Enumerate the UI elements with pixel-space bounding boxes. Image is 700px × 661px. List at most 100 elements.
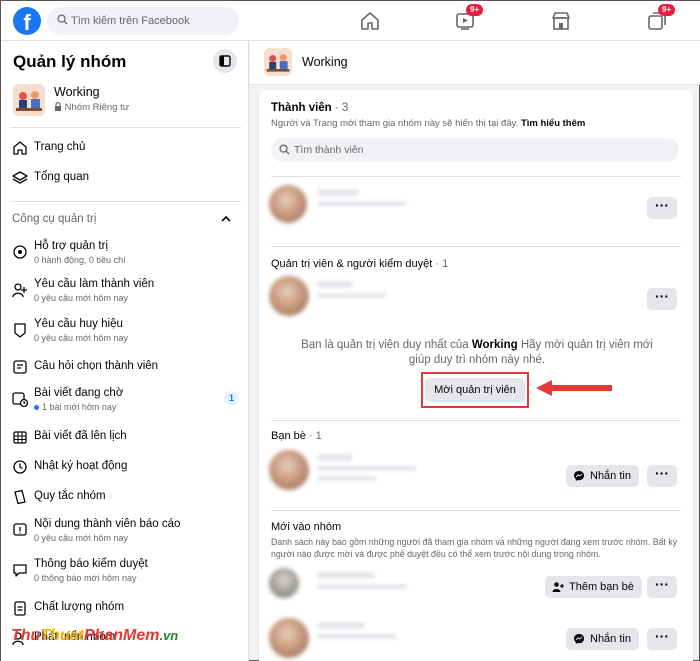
badge-icon: [14, 323, 26, 338]
chevron-up-icon[interactable]: [220, 213, 232, 225]
member-search-placeholder: Tìm thành viên: [294, 144, 364, 156]
new-member-more-button[interactable]: ···: [647, 628, 677, 650]
sidebar-item-label: Bài viết đang chờ: [34, 387, 124, 399]
sidebar-item-membership-questions[interactable]: Câu hỏi chọn thành viên: [1, 352, 248, 382]
new-members-description: Danh sách này bao gồm những người đã tha…: [271, 537, 678, 559]
sidebar-item-label: Quy tắc nhóm: [34, 490, 106, 502]
new-member-avatar[interactable]: [269, 568, 299, 598]
only-admin-message: Bạn là quản trị viên duy nhất của Workin…: [299, 338, 655, 368]
pending-posts-sub-label: 1 bài mới hôm nay: [42, 402, 117, 412]
message-button[interactable]: Nhắn tin: [566, 628, 639, 650]
admin-meta-blurred: [317, 293, 387, 298]
marketplace-nav-icon[interactable]: [550, 10, 572, 32]
admin-avatar[interactable]: [269, 276, 309, 316]
sidebar-title: Quản lý nhóm: [13, 52, 127, 71]
member-meta-blurred: [317, 201, 407, 206]
sidebar-item-sub: 0 yêu cầu mới hôm nay: [34, 533, 128, 543]
new-member-meta-blurred: [317, 584, 407, 589]
sidebar-item-overview[interactable]: Tổng quan: [1, 163, 248, 193]
sidebar-item-member-reported-content[interactable]: Nội dung thành viên báo cáo 0 yêu cầu mớ…: [1, 515, 248, 545]
sidebar-item-sub: 1 bài mới hôm nay: [34, 402, 116, 412]
watermark-part: .vn: [159, 628, 179, 643]
lock-icon: [55, 101, 61, 111]
only-admin-message-pre: Bạn là quản trị viên duy nhất của: [301, 339, 469, 351]
group-thumbnail[interactable]: [13, 84, 45, 116]
members-card: Thành viên · 3 Người và Trang mới tham g…: [259, 90, 693, 661]
sidebar-item-moderation-alerts[interactable]: Thông báo kiểm duyệt 0 thông báo mới hôm…: [1, 555, 248, 585]
home-nav-icon[interactable]: [359, 10, 381, 32]
members-count: · 3: [334, 102, 349, 114]
search-icon: [57, 14, 68, 25]
collapse-sidebar-button[interactable]: [213, 49, 237, 73]
watermark-part: Thuat: [40, 627, 84, 644]
sidebar-item-label: Câu hỏi chọn thành viên: [34, 360, 159, 372]
groups-nav-icon[interactable]: 9+: [646, 4, 676, 32]
sidebar-item-activity-log[interactable]: Nhật ký hoạt động: [1, 452, 248, 482]
member-search-input[interactable]: Tìm thành viên: [271, 138, 679, 162]
friend-avatar[interactable]: [269, 450, 309, 490]
add-person-icon: [552, 582, 564, 592]
facebook-search-input[interactable]: Tìm kiếm trên Facebook: [47, 7, 239, 35]
sidebar-item-home[interactable]: Trang chủ: [1, 133, 248, 163]
sidebar-item-scheduled-posts[interactable]: Bài viết đã lên lịch: [1, 422, 248, 452]
new-member-more-button[interactable]: ···: [647, 576, 677, 598]
sidebar-item-group-rules[interactable]: Quy tắc nhóm: [1, 482, 248, 512]
message-button[interactable]: Nhắn tin: [566, 465, 639, 487]
friend-meta-blurred: [317, 466, 417, 471]
sidebar-item-pending-posts[interactable]: Bài viết đang chờ 1 bài mới hôm nay 1: [1, 384, 248, 414]
report-icon: [13, 523, 27, 536]
messenger-icon: [574, 634, 584, 644]
admin-tools-heading: Công cụ quản trị: [12, 213, 97, 225]
search-icon: [279, 144, 290, 155]
messenger-icon: [574, 471, 584, 481]
divider: [11, 201, 241, 202]
facebook-logo[interactable]: f: [13, 7, 41, 35]
add-friend-button[interactable]: Thêm bạn bè: [545, 576, 642, 598]
sidebar-toggle-icon: [219, 55, 231, 67]
member-more-button[interactable]: ···: [647, 197, 677, 219]
watch-nav-icon[interactable]: 9+: [454, 4, 484, 32]
sidebar-item-sub: 0 yêu cầu mới hôm nay: [34, 333, 128, 343]
add-person-icon: [12, 283, 27, 298]
sidebar-item-label: Tổng quan: [34, 171, 89, 183]
new-member-name-blurred: [317, 572, 375, 579]
sidebar-item-membership-requests[interactable]: Yêu cầu làm thành viên 0 yêu cầu mới hôm…: [1, 275, 248, 305]
home-icon: [13, 141, 27, 155]
pending-posts-count: 1: [224, 391, 239, 406]
page-title: Working: [302, 55, 348, 69]
sidebar-item-label: Chất lượng nhóm: [34, 601, 125, 613]
group-privacy-label: Nhóm Riêng tư: [64, 102, 130, 113]
sidebar-item-admin-assist[interactable]: Hỗ trợ quản trị 0 hành động, 0 tiêu chí: [1, 237, 248, 267]
layers-icon: [12, 171, 28, 184]
members-description: Người và Trang mới tham gia nhóm này sẽ …: [271, 118, 585, 129]
invite-admin-button[interactable]: Mời quản trị viên: [425, 378, 525, 402]
sidebar-item-group-quality[interactable]: Chất lượng nhóm: [1, 593, 248, 623]
alert-bubble-icon: [13, 564, 27, 577]
divider: [271, 246, 681, 247]
clock-icon: [13, 460, 27, 474]
member-avatar[interactable]: [269, 185, 307, 223]
group-thumbnail[interactable]: [264, 48, 292, 76]
member-name-blurred: [317, 189, 359, 196]
sidebar-item-label: Hỗ trợ quản trị: [34, 240, 109, 252]
group-privacy: Nhóm Riêng tư: [54, 101, 130, 113]
friends-heading: Bạn bè · 1: [271, 430, 322, 442]
new-member-avatar[interactable]: [269, 618, 309, 658]
new-indicator-dot: [34, 405, 39, 411]
admin-more-button[interactable]: ···: [647, 288, 677, 310]
sidebar-item-badge-requests[interactable]: Yêu cầu huy hiệu 0 yêu cầu mới hôm nay: [1, 315, 248, 345]
message-button-label: Nhắn tin: [590, 633, 631, 645]
new-members-heading: Mới vào nhóm: [271, 521, 342, 533]
quality-clipboard-icon: [14, 601, 26, 616]
rules-book-icon: [14, 489, 26, 505]
learn-more-link[interactable]: Tìm hiểu thêm: [521, 118, 585, 129]
members-description-text: Người và Trang mới tham gia nhóm này sẽ …: [271, 118, 519, 129]
admins-count: · 1: [435, 258, 449, 270]
divider: [271, 510, 681, 511]
group-name[interactable]: Working: [54, 85, 100, 99]
friend-more-button[interactable]: ···: [647, 465, 677, 487]
sidebar-item-label: Yêu cầu làm thành viên: [34, 278, 155, 290]
friend-name-blurred: [317, 454, 353, 461]
watermark: ThuThuatPhanMem.vn: [11, 627, 178, 645]
only-admin-group-name: Working: [471, 339, 518, 351]
